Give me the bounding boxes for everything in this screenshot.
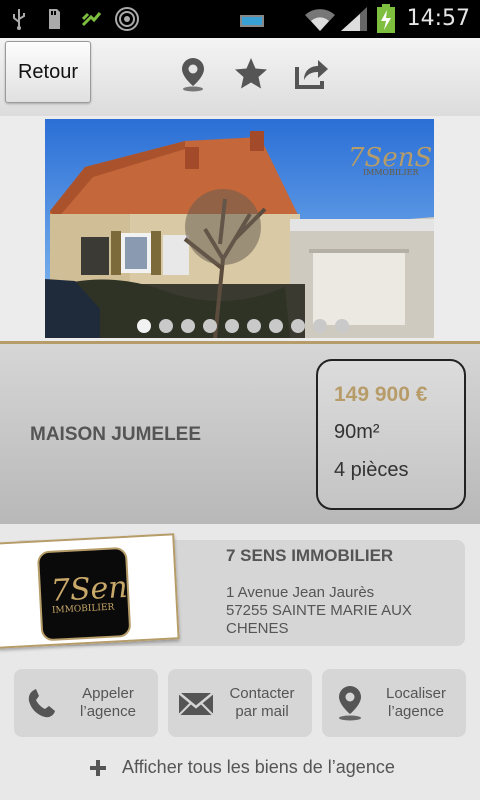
mail-icon [178,692,214,716]
agency-address-line3: CHENES [226,620,289,637]
phone-icon [28,689,55,718]
gallery-pager [137,319,349,333]
pager-dot[interactable] [269,319,283,333]
location-pin-icon [339,686,361,721]
price-card: 149 900 € 90m² 4 pièces [316,359,466,510]
pager-dot[interactable] [335,319,349,333]
agency-address: 1 Avenue Jean Jaurès 57255 SAINTE MARIE … [226,584,412,638]
property-summary: MAISON JUMELEE 149 900 € 90m² 4 pièces [0,344,480,524]
agency-logo-card: 7Sens IMMOBILIER [0,533,180,649]
clock: 14:57 [406,6,470,31]
toolbar: Retour [0,38,480,117]
pager-dot[interactable] [159,319,173,333]
call-agency-label-2: l’agence [80,703,136,720]
agency-address-line1: 1 Avenue Jean Jaurès [226,584,375,601]
pager-dot[interactable] [181,319,195,333]
property-photo[interactable]: 7SenS IMMOBILIER [45,119,434,338]
pager-dot[interactable] [225,319,239,333]
locate-agency-label-2: l’agence [388,703,444,720]
plus-icon [90,759,106,776]
photo-gallery[interactable]: 7SenS IMMOBILIER [0,116,480,342]
watermark-subtext: IMMOBILIER [363,168,419,177]
pager-dot[interactable] [247,319,261,333]
cell-signal-icon [341,7,367,31]
location-pin-icon[interactable] [176,56,212,92]
mail-agency-label-2: par mail [235,703,289,720]
agency-logo: 7Sens IMMOBILIER [36,546,144,642]
back-button[interactable]: Retour [5,41,91,103]
agency-actions: Appeler l’agence Contacter par mail Loca… [14,669,466,739]
all-listings-link[interactable]: Afficher tous les biens de l’agence [90,757,395,778]
pager-dot[interactable] [313,319,327,333]
usb-icon [13,9,25,30]
agency-address-line2: 57255 SAINTE MARIE AUX [226,602,412,619]
all-listings-label: Afficher tous les biens de l’agence [122,757,395,777]
property-rooms: 4 pièces [334,459,409,481]
locate-agency-button[interactable]: Localiser l’agence [322,669,466,737]
wifi-icon [305,9,335,31]
share-icon[interactable] [294,56,330,92]
property-title: MAISON JUMELEE [30,424,202,445]
battery-indicator-icon [240,15,264,27]
property-price: 149 900 € [334,383,428,406]
signal-ring-icon [115,7,139,31]
pager-dot[interactable] [203,319,217,333]
pager-dot-active[interactable] [137,319,151,333]
debug-icon [81,12,102,27]
pager-dot[interactable] [291,319,305,333]
call-agency-label-1: Appeler [82,685,134,702]
locate-agency-label-1: Localiser [385,685,447,702]
status-bar: 14:57 [0,0,480,38]
call-agency-button[interactable]: Appeler l’agence [14,669,158,737]
favorite-add-icon[interactable] [233,56,269,92]
agency-logo-subtext: IMMOBILIER [52,603,115,616]
sd-card-icon [49,9,60,29]
mail-agency-button[interactable]: Contacter par mail [168,669,312,737]
battery-charging-icon [377,4,395,33]
property-surface: 90m² [334,421,380,443]
mail-agency-label-1: Contacter [229,685,295,702]
agency-name: 7 SENS IMMOBILIER [226,546,394,565]
